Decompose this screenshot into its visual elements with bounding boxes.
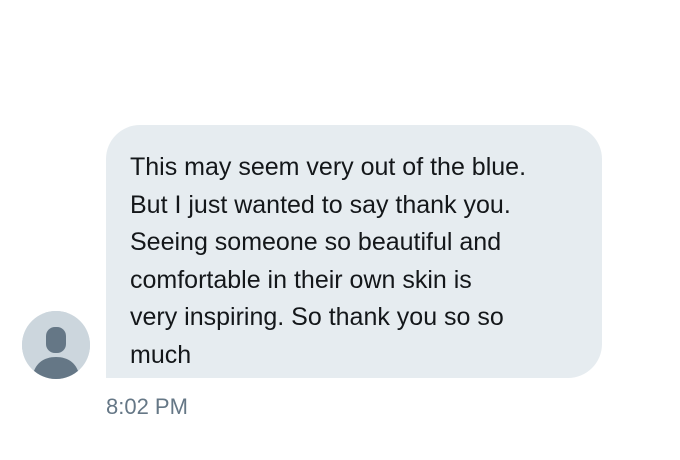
received-message-bubble[interactable]: This may seem very out of the blue. But … (106, 125, 602, 378)
default-user-avatar-icon (22, 311, 90, 379)
message-text: This may seem very out of the blue. But … (130, 153, 527, 369)
message-timestamp: 8:02 PM (106, 394, 188, 419)
sender-avatar[interactable] (22, 311, 90, 379)
